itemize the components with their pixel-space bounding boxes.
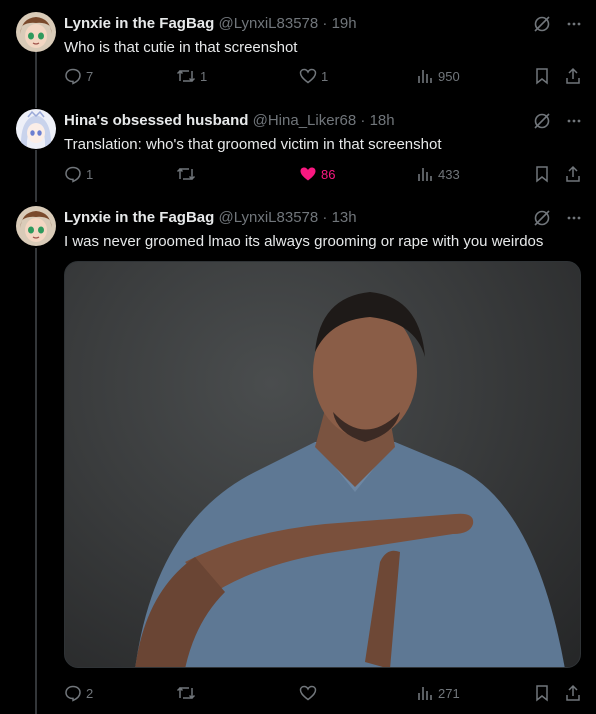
retweet-button[interactable]: 1 <box>176 67 207 85</box>
views-count: 950 <box>438 68 460 84</box>
like-button[interactable] <box>299 684 321 702</box>
views-icon <box>416 684 434 702</box>
share-button[interactable] <box>564 165 582 183</box>
grok-icon[interactable] <box>532 208 552 228</box>
retweet-icon <box>176 684 196 702</box>
share-button[interactable] <box>564 67 582 85</box>
tweet-top-actions <box>532 14 582 34</box>
tweet-top-actions <box>532 208 582 228</box>
tweet[interactable]: Lynxie in the FagBag @LynxiL83578 · 19h … <box>0 12 596 98</box>
timestamp[interactable]: · 13h <box>322 209 356 226</box>
avatar[interactable] <box>16 12 56 52</box>
action-bar: 7 1 1 950 <box>64 67 584 87</box>
more-icon[interactable] <box>566 210 582 226</box>
views-button[interactable]: 433 <box>416 165 460 183</box>
bookmark-button[interactable] <box>534 165 550 183</box>
reply-button[interactable]: 2 <box>64 684 93 702</box>
like-count: 86 <box>321 166 336 182</box>
avatar[interactable] <box>16 109 56 149</box>
handle[interactable]: @LynxiL83578 <box>218 15 318 32</box>
retweet-button[interactable] <box>176 684 200 702</box>
tweet-text: I was never groomed lmao its always groo… <box>64 233 544 250</box>
display-name[interactable]: Lynxie in the FagBag <box>64 15 214 32</box>
tweet[interactable]: Lynxie in the FagBag @LynxiL83578 · 13h … <box>0 206 596 714</box>
tweet-header: Lynxie in the FagBag @LynxiL83578 · 19h <box>64 15 357 32</box>
tweet-header: Hina's obsessed husband @Hina_Liker68 · … <box>64 112 395 129</box>
like-icon <box>299 165 317 183</box>
reply-count: 2 <box>86 685 94 701</box>
share-icon <box>564 684 582 702</box>
more-icon[interactable] <box>566 16 582 32</box>
bookmark-icon <box>534 165 550 183</box>
like-icon <box>299 684 317 702</box>
like-button[interactable]: 86 <box>299 165 335 183</box>
share-icon <box>564 67 582 85</box>
retweet-button[interactable] <box>176 165 200 183</box>
reply-count: 7 <box>86 68 94 84</box>
like-icon <box>299 67 317 85</box>
photo-person-timeout-gesture <box>135 292 565 667</box>
reply-button[interactable]: 1 <box>64 165 93 183</box>
action-bar: 2 271 <box>64 684 584 704</box>
share-button[interactable] <box>564 684 582 702</box>
like-button[interactable]: 1 <box>299 67 328 85</box>
handle[interactable]: @LynxiL83578 <box>218 209 318 226</box>
reply-button[interactable]: 7 <box>64 67 93 85</box>
views-button[interactable]: 950 <box>416 67 460 85</box>
bookmark-button[interactable] <box>534 67 550 85</box>
tweet-text: Who is that cutie in that screenshot <box>64 39 298 56</box>
bookmark-button[interactable] <box>534 684 550 702</box>
reply-icon <box>64 165 82 183</box>
grok-icon[interactable] <box>532 111 552 131</box>
reply-icon <box>64 684 82 702</box>
like-count: 1 <box>321 68 329 84</box>
views-icon <box>416 67 434 85</box>
display-name[interactable]: Lynxie in the FagBag <box>64 209 214 226</box>
views-count: 271 <box>438 685 460 701</box>
retweet-icon <box>176 67 196 85</box>
more-icon[interactable] <box>566 113 582 129</box>
tweet-top-actions <box>532 111 582 131</box>
bookmark-icon <box>534 684 550 702</box>
grok-icon[interactable] <box>532 14 552 34</box>
views-icon <box>416 165 434 183</box>
action-bar: 1 86 433 <box>64 165 584 185</box>
timestamp[interactable]: · 19h <box>322 15 356 32</box>
retweet-icon <box>176 165 196 183</box>
views-count: 433 <box>438 166 460 182</box>
retweet-count: 1 <box>200 68 208 84</box>
views-button[interactable]: 271 <box>416 684 460 702</box>
timestamp[interactable]: · 18h <box>360 112 394 129</box>
share-icon <box>564 165 582 183</box>
bookmark-icon <box>534 67 550 85</box>
handle[interactable]: @Hina_Liker68 <box>253 112 357 129</box>
display-name[interactable]: Hina's obsessed husband <box>64 112 248 129</box>
reply-icon <box>64 67 82 85</box>
tweet-text: Translation: who's that groomed victim i… <box>64 136 442 153</box>
reply-count: 1 <box>86 166 94 182</box>
tweet[interactable]: Hina's obsessed husband @Hina_Liker68 · … <box>0 109 596 195</box>
attached-photo[interactable] <box>64 261 581 668</box>
avatar[interactable] <box>16 206 56 246</box>
tweet-header: Lynxie in the FagBag @LynxiL83578 · 13h <box>64 209 357 226</box>
